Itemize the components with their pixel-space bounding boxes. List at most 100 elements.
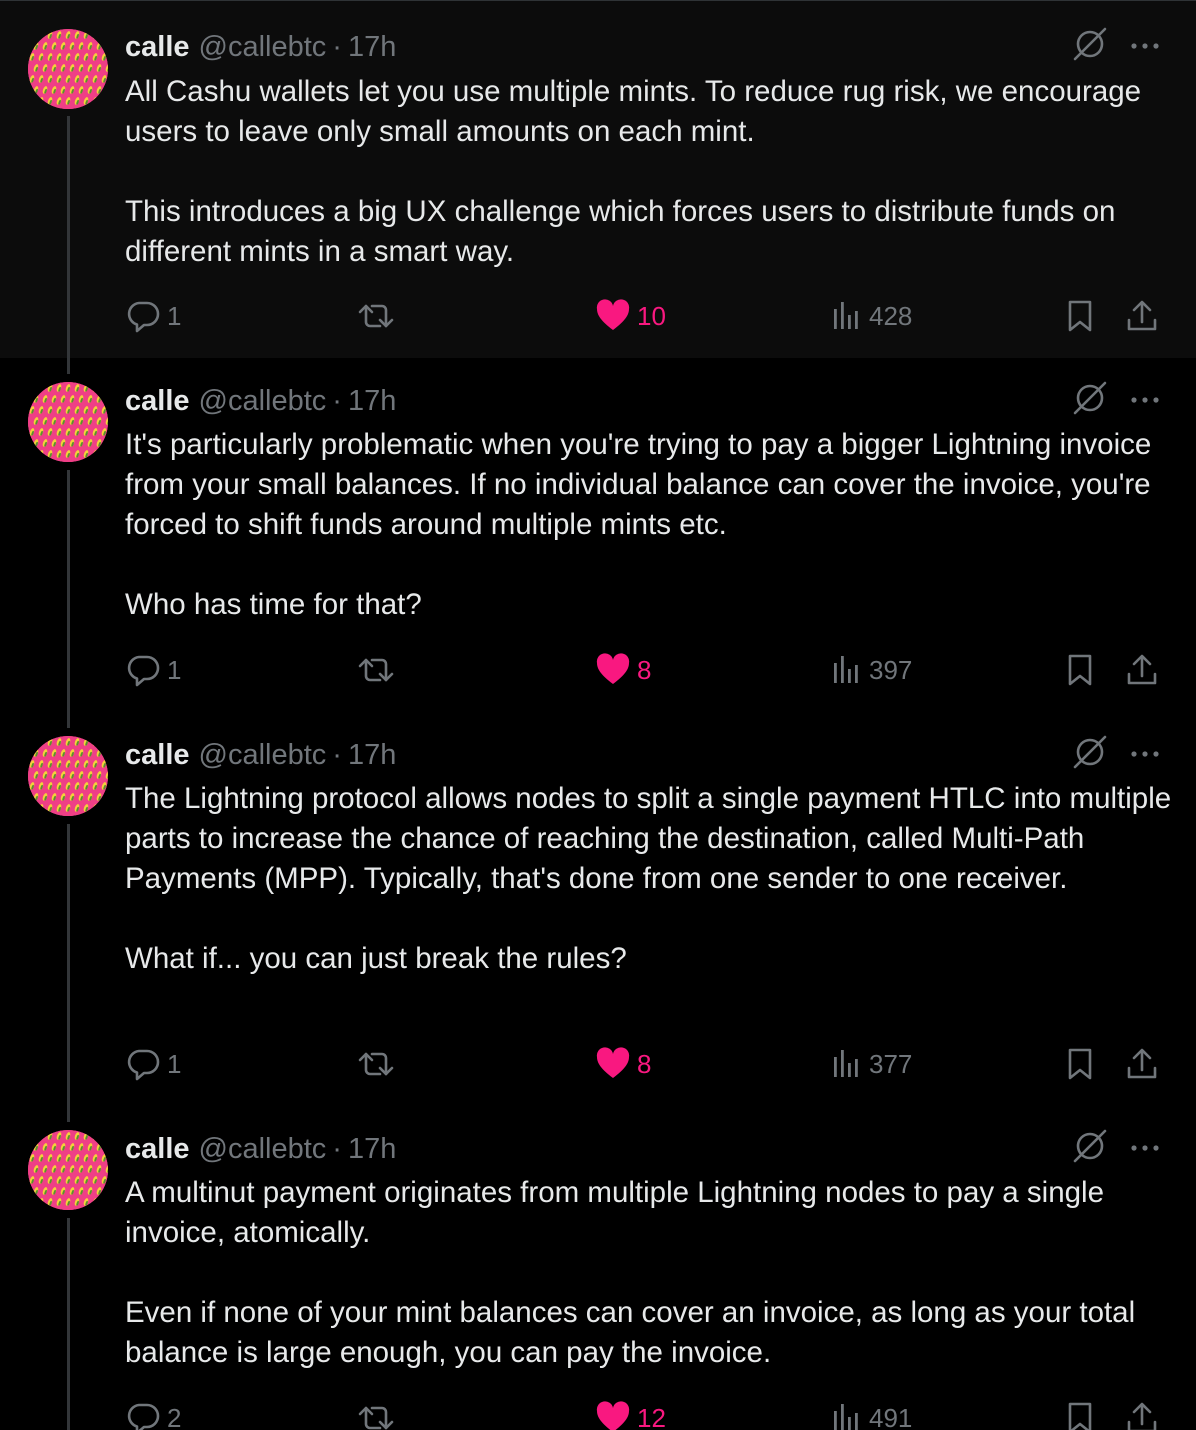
heart-icon bbox=[595, 1047, 631, 1081]
tweet-header: calle @callebtc · 17h bbox=[125, 1132, 396, 1166]
like-button[interactable]: 12 bbox=[595, 1400, 666, 1430]
tweet-paragraph: This introduces a big UX challenge which… bbox=[125, 195, 1116, 268]
timestamp[interactable]: 17h bbox=[348, 738, 396, 772]
like-button[interactable]: 8 bbox=[595, 652, 651, 688]
grok-slash-icon[interactable] bbox=[1072, 734, 1108, 775]
retweet-button[interactable] bbox=[357, 298, 395, 334]
share-button[interactable] bbox=[1125, 1046, 1159, 1082]
reply-count: 2 bbox=[167, 1402, 182, 1430]
bookmark-button[interactable] bbox=[1065, 1400, 1095, 1430]
reply-button[interactable]: 1 bbox=[125, 1046, 181, 1082]
bookmark-button[interactable] bbox=[1065, 298, 1095, 334]
author-handle[interactable]: @callebtc bbox=[199, 1132, 327, 1166]
tweet-top-icons bbox=[1072, 734, 1160, 774]
reply-count: 1 bbox=[167, 1048, 182, 1079]
avatar[interactable] bbox=[28, 1130, 108, 1210]
heart-icon bbox=[595, 1401, 631, 1430]
more-dots-icon[interactable] bbox=[1130, 1139, 1160, 1157]
tweet-paragraph: A multinut payment originates from multi… bbox=[125, 1176, 1104, 1249]
avatar[interactable] bbox=[28, 382, 108, 462]
more-dots-icon[interactable] bbox=[1130, 391, 1160, 409]
heart-icon bbox=[595, 653, 631, 687]
like-count: 8 bbox=[637, 1048, 652, 1079]
views-button[interactable]: 491 bbox=[831, 1400, 912, 1430]
share-upload-icon bbox=[1125, 1400, 1159, 1430]
view-count: 428 bbox=[869, 300, 913, 331]
more-dots-icon[interactable] bbox=[1130, 37, 1160, 55]
like-button[interactable]: 10 bbox=[595, 298, 666, 334]
tweet-top-icons bbox=[1072, 1128, 1160, 1168]
tweet-paragraph: The Lightning protocol allows nodes to s… bbox=[125, 782, 1172, 895]
tweet[interactable]: calle @callebtc · 17h A multinut payment… bbox=[0, 1106, 1196, 1430]
tweet-paragraph: All Cashu wallets let you use multiple m… bbox=[125, 75, 1142, 148]
tweet-text: All Cashu wallets let you use multiple m… bbox=[125, 72, 1175, 272]
author-name[interactable]: calle bbox=[125, 1132, 190, 1166]
like-count: 10 bbox=[637, 300, 666, 331]
tweet[interactable]: calle @callebtc · 17h The Lightning prot… bbox=[0, 712, 1196, 1106]
separator-dot: · bbox=[332, 739, 342, 771]
bookmark-button[interactable] bbox=[1065, 1046, 1095, 1082]
heart-icon bbox=[595, 299, 631, 333]
reply-count: 1 bbox=[167, 654, 182, 685]
bookmark-button[interactable] bbox=[1065, 652, 1095, 688]
views-bars-icon bbox=[831, 1401, 863, 1430]
tweet-text: The Lightning protocol allows nodes to s… bbox=[125, 779, 1175, 979]
bookmark-icon bbox=[1065, 298, 1095, 334]
views-button[interactable]: 377 bbox=[831, 1046, 912, 1082]
author-handle[interactable]: @callebtc bbox=[199, 384, 327, 418]
grok-slash-icon[interactable] bbox=[1072, 380, 1108, 421]
reply-count: 1 bbox=[167, 300, 182, 331]
action-bar: 1 8 397 bbox=[125, 652, 1165, 688]
grok-slash-icon[interactable] bbox=[1072, 26, 1108, 67]
views-bars-icon bbox=[831, 1047, 863, 1081]
like-button[interactable]: 8 bbox=[595, 1046, 651, 1082]
share-upload-icon bbox=[1125, 298, 1159, 334]
tweet-text: It's particularly problematic when you'r… bbox=[125, 425, 1175, 625]
separator-dot: · bbox=[332, 31, 342, 63]
views-button[interactable]: 428 bbox=[831, 298, 912, 334]
retweet-icon bbox=[357, 298, 395, 334]
action-bar: 2 12 491 bbox=[125, 1400, 1165, 1430]
share-button[interactable] bbox=[1125, 298, 1159, 334]
grok-slash-icon[interactable] bbox=[1072, 1128, 1108, 1169]
timestamp[interactable]: 17h bbox=[348, 30, 396, 64]
retweet-button[interactable] bbox=[357, 1400, 395, 1430]
share-upload-icon bbox=[1125, 1046, 1159, 1082]
more-dots-icon[interactable] bbox=[1130, 745, 1160, 763]
avatar[interactable] bbox=[28, 29, 108, 109]
tweet-paragraph: It's particularly problematic when you'r… bbox=[125, 428, 1152, 541]
reply-button[interactable]: 1 bbox=[125, 298, 181, 334]
views-bars-icon bbox=[831, 653, 863, 687]
timestamp[interactable]: 17h bbox=[348, 384, 396, 418]
separator-dot: · bbox=[332, 1133, 342, 1165]
tweet[interactable]: calle @callebtc · 17h All Cashu wallets … bbox=[0, 1, 1196, 358]
author-name[interactable]: calle bbox=[125, 384, 190, 418]
tweet-text: A multinut payment originates from multi… bbox=[125, 1173, 1175, 1373]
view-count: 377 bbox=[869, 1048, 913, 1079]
reply-button[interactable]: 2 bbox=[125, 1400, 181, 1430]
tweet[interactable]: calle @callebtc · 17h It's particularly … bbox=[0, 358, 1196, 712]
author-name[interactable]: calle bbox=[125, 30, 190, 64]
reply-bubble-icon bbox=[125, 1046, 161, 1082]
author-handle[interactable]: @callebtc bbox=[199, 30, 327, 64]
reply-bubble-icon bbox=[125, 1400, 161, 1430]
avatar[interactable] bbox=[28, 736, 108, 816]
retweet-button[interactable] bbox=[357, 652, 395, 688]
author-name[interactable]: calle bbox=[125, 738, 190, 772]
thread-line bbox=[67, 116, 70, 358]
share-upload-icon bbox=[1125, 652, 1159, 688]
retweet-button[interactable] bbox=[357, 1046, 395, 1082]
action-bar: 1 10 428 bbox=[125, 298, 1165, 334]
views-button[interactable]: 397 bbox=[831, 652, 912, 688]
tweet-header: calle @callebtc · 17h bbox=[125, 384, 396, 418]
reply-button[interactable]: 1 bbox=[125, 652, 181, 688]
bookmark-icon bbox=[1065, 1046, 1095, 1082]
author-handle[interactable]: @callebtc bbox=[199, 738, 327, 772]
timestamp[interactable]: 17h bbox=[348, 1132, 396, 1166]
tweet-paragraph: What if... you can just break the rules? bbox=[125, 942, 627, 975]
tweet-top-icons bbox=[1072, 26, 1160, 66]
share-button[interactable] bbox=[1125, 1400, 1159, 1430]
tweet-paragraph: Even if none of your mint balances can c… bbox=[125, 1296, 1136, 1369]
share-button[interactable] bbox=[1125, 652, 1159, 688]
tweet-header: calle @callebtc · 17h bbox=[125, 30, 396, 64]
